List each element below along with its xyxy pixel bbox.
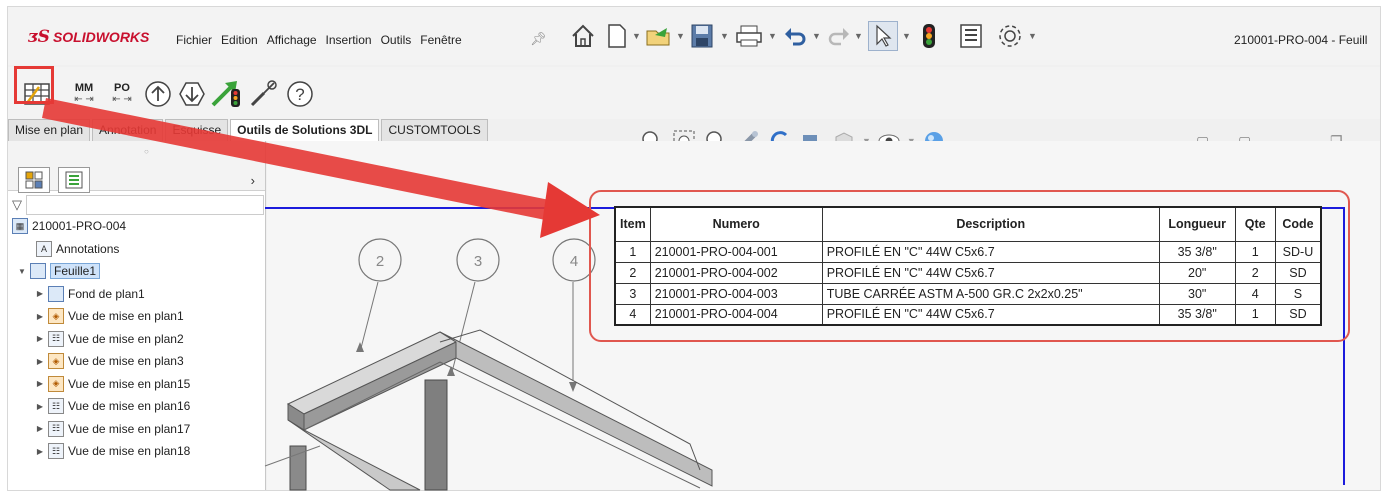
callout-arrow-shaft xyxy=(42,98,574,225)
callout-arrow-head xyxy=(540,182,600,238)
callout-arrow xyxy=(42,98,600,238)
